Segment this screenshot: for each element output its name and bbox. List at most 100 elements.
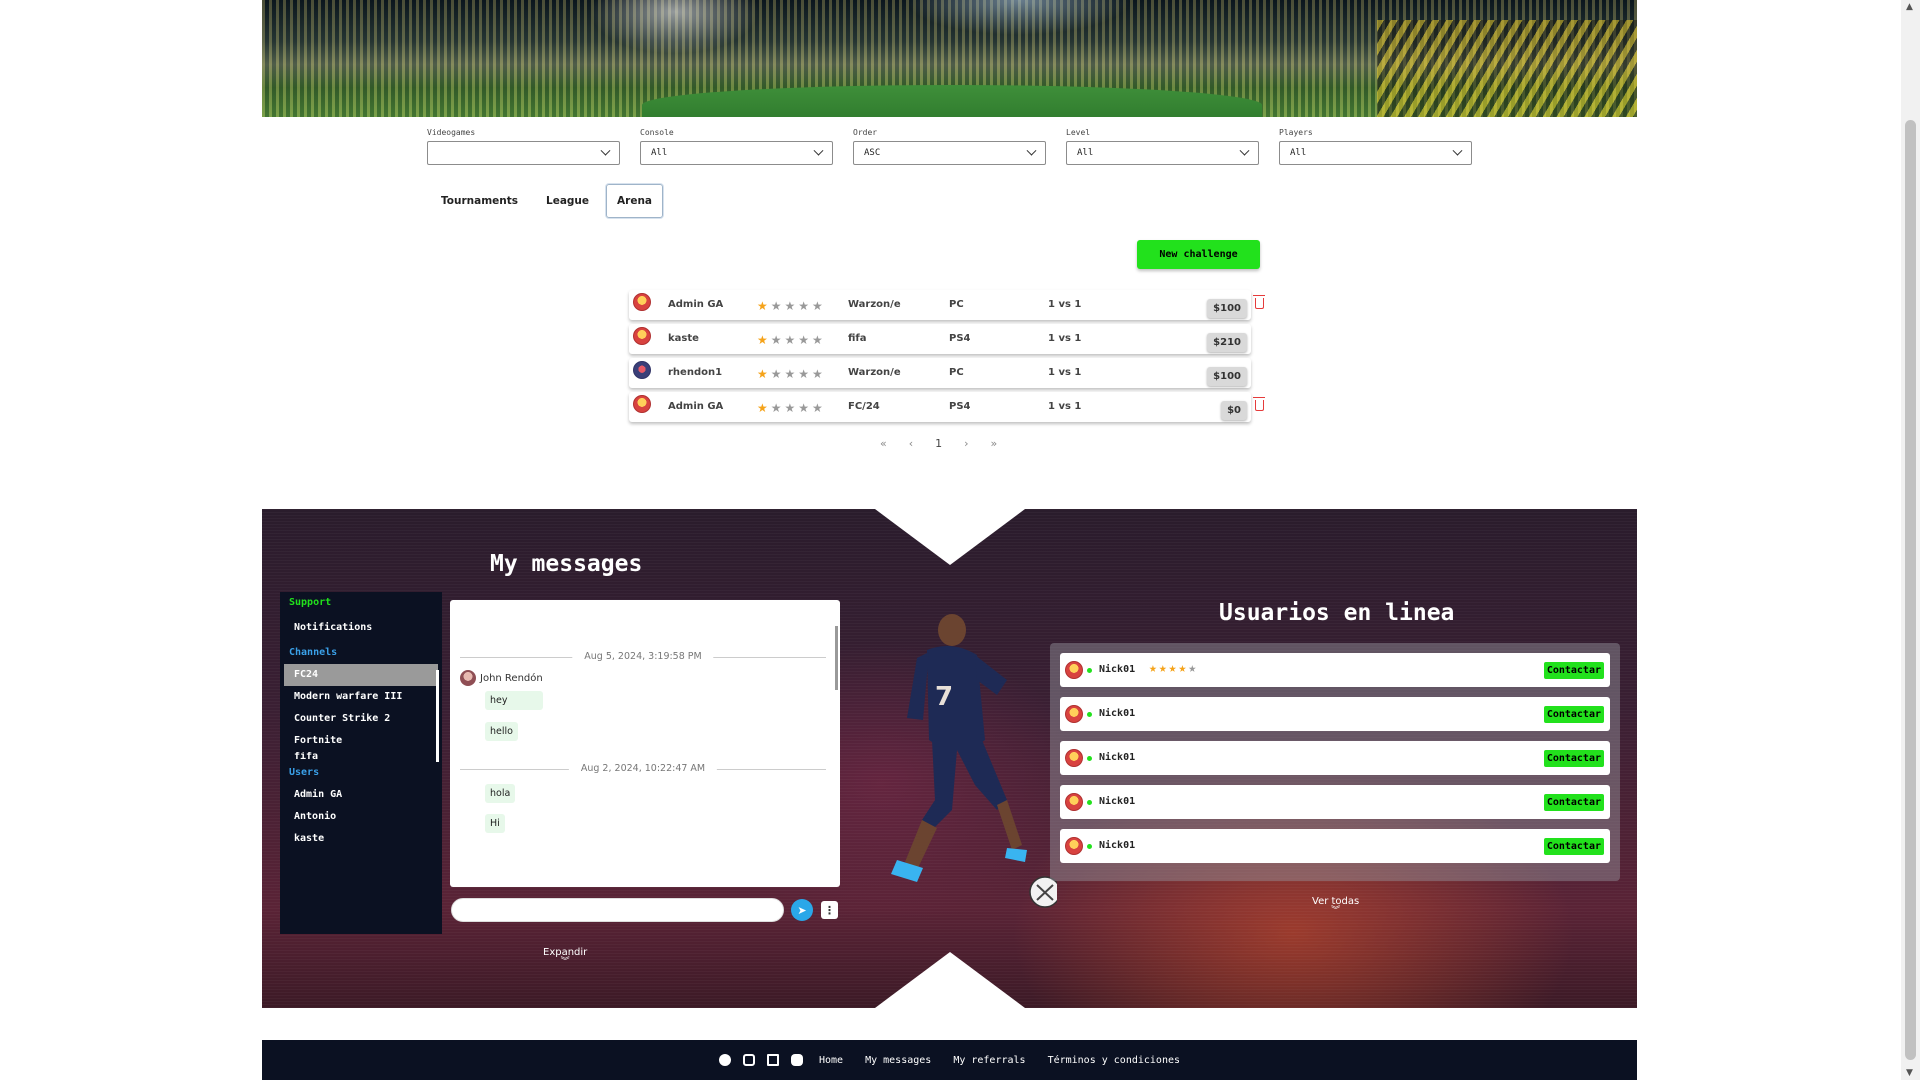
scroll-up-icon[interactable]: ▲ — [1906, 2, 1913, 12]
contact-button[interactable]: Contactar — [1543, 750, 1604, 767]
svg-text:7: 7 — [935, 682, 953, 712]
facebook-icon[interactable] — [718, 1054, 731, 1066]
chat-scrollbar[interactable] — [835, 626, 838, 690]
challenge-price: $210 — [1207, 333, 1247, 352]
contact-button[interactable]: Contactar — [1543, 838, 1604, 855]
competition-tabs: Tournaments League Arena — [430, 184, 664, 218]
users-heading: Users — [289, 767, 320, 778]
channel-item-counter-strike[interactable]: Counter Strike 2 — [280, 708, 442, 730]
channel-item-modern-warfare[interactable]: Modern warfare III — [280, 686, 442, 708]
online-user-row: Nick01 Contactar — [1060, 741, 1610, 775]
challenge-game: Warzon/e — [848, 299, 901, 310]
online-user-row: Nick01 ★★★★★ Contactar — [1060, 653, 1610, 687]
challenge-user: kaste — [668, 333, 699, 344]
console-select[interactable]: All — [640, 141, 833, 165]
channel-item-fortnite[interactable]: Fortnite — [280, 730, 442, 752]
message-sender: John Rendón — [460, 670, 543, 686]
current-page[interactable]: 1 — [935, 437, 942, 450]
user-item-kaste[interactable]: kaste — [280, 828, 442, 850]
players-select[interactable]: All — [1279, 141, 1472, 165]
online-user-name: Nick01 — [1099, 796, 1136, 807]
avatar — [1065, 837, 1083, 855]
send-icon[interactable]: ➤ — [791, 899, 813, 921]
footer-link-home[interactable]: Home — [819, 1055, 843, 1066]
twitch-icon[interactable] — [766, 1054, 779, 1066]
contact-button[interactable]: Contactar — [1543, 794, 1604, 811]
challenge-console: PS4 — [949, 401, 971, 412]
challenge-price: $100 — [1207, 367, 1247, 386]
challenge-row[interactable]: Admin GA ★★★★★ Warzon/e PC 1 vs 1 $100 — [629, 290, 1265, 320]
scroll-thumb[interactable] — [1905, 120, 1916, 1060]
trash-icon[interactable] — [1253, 397, 1265, 411]
challenge-mode: 1 vs 1 — [1048, 299, 1082, 310]
tab-tournaments[interactable]: Tournaments — [430, 184, 529, 218]
expand-button[interactable]: Expandir ︾ — [543, 947, 587, 967]
filter-console: Console All — [640, 128, 833, 165]
user-item-admin-ga[interactable]: Admin GA — [280, 784, 442, 806]
challenge-mode: 1 vs 1 — [1048, 367, 1082, 378]
user-item-antonio[interactable]: Antonio — [280, 806, 442, 828]
level-select[interactable]: All — [1066, 141, 1259, 165]
challenge-row[interactable]: Admin GA ★★★★★ FC/24 PS4 1 vs 1 $0 — [629, 392, 1265, 422]
contact-button[interactable]: Contactar — [1543, 662, 1604, 679]
contact-button[interactable]: Contactar — [1543, 706, 1604, 723]
see-all-button[interactable]: Ver todas ︾ — [1312, 896, 1359, 916]
discord-icon[interactable] — [790, 1054, 803, 1066]
filter-label: Players — [1279, 128, 1313, 137]
challenge-row[interactable]: rhendon1 ★★★★★ Warzon/e PC 1 vs 1 $100 — [629, 358, 1251, 388]
footer-link-messages[interactable]: My messages — [865, 1055, 931, 1066]
videogames-select[interactable] — [427, 141, 620, 165]
last-page-button[interactable]: » — [991, 437, 998, 450]
notifications-item[interactable]: Notifications — [280, 617, 442, 639]
avatar — [633, 327, 651, 345]
filter-players: Players All — [1279, 128, 1472, 165]
online-status-dot — [1087, 712, 1092, 717]
online-users-panel: Nick01 ★★★★★ Contactar Nick01 Contactar … — [1050, 643, 1620, 881]
page-scrollbar[interactable]: ▲ ▼ — [1901, 0, 1920, 1080]
message-input[interactable] — [451, 898, 784, 922]
trash-icon[interactable] — [1253, 295, 1265, 309]
rating-stars: ★★★★★ — [757, 401, 826, 415]
avatar — [460, 670, 476, 686]
tab-arena[interactable]: Arena — [606, 184, 664, 218]
challenge-console: PS4 — [949, 333, 971, 344]
challenge-user: rhendon1 — [668, 367, 723, 378]
social-icons — [718, 1054, 803, 1066]
challenge-price: $100 — [1207, 299, 1247, 318]
chevron-down-icon — [813, 145, 824, 156]
rating-stars: ★★★★★ — [757, 299, 826, 313]
challenge-game: fifa — [848, 333, 867, 344]
challenge-price: $0 — [1221, 401, 1247, 420]
chevron-down-icon — [1452, 145, 1463, 156]
instagram-icon[interactable] — [742, 1054, 755, 1066]
challenge-row[interactable]: kaste ★★★★★ fifa PS4 1 vs 1 $210 — [629, 324, 1251, 354]
order-select[interactable]: ASC — [853, 141, 1046, 165]
online-users-title: Usuarios en linea — [1219, 600, 1455, 626]
new-challenge-button[interactable]: New challenge — [1137, 240, 1260, 269]
footer-link-referrals[interactable]: My referrals — [953, 1055, 1025, 1066]
first-page-button[interactable]: « — [880, 437, 887, 450]
chevron-down-icon — [600, 145, 611, 156]
chevron-down-icon — [1026, 145, 1037, 156]
avatar — [1065, 705, 1083, 723]
next-page-button[interactable]: › — [964, 437, 968, 450]
filter-label: Order — [853, 128, 878, 137]
channel-item-fc24[interactable]: FC24 — [284, 664, 438, 686]
support-heading[interactable]: Support — [280, 592, 442, 614]
online-user-row: Nick01 Contactar — [1060, 785, 1610, 819]
tab-league[interactable]: League — [535, 184, 600, 218]
challenge-game: FC/24 — [848, 401, 880, 412]
scroll-down-icon[interactable]: ▼ — [1906, 1068, 1913, 1078]
more-options-icon[interactable]: ⋮ — [821, 901, 838, 919]
avatar — [633, 293, 651, 311]
prev-page-button[interactable]: ‹ — [909, 437, 913, 450]
date-divider: Aug 5, 2024, 3:19:58 PM — [460, 651, 826, 662]
channel-item-fifa[interactable]: fifa — [280, 752, 442, 762]
chat-window: Aug 5, 2024, 3:19:58 PM John Rendón hey … — [450, 600, 840, 887]
footer-link-terms[interactable]: Términos y condiciones — [1048, 1055, 1180, 1066]
avatar — [633, 361, 651, 379]
filter-label: Console — [640, 128, 674, 137]
sidebar-scrollbar[interactable] — [436, 670, 439, 762]
filter-order: Order ASC — [853, 128, 1046, 165]
challenge-user: Admin GA — [668, 299, 724, 310]
